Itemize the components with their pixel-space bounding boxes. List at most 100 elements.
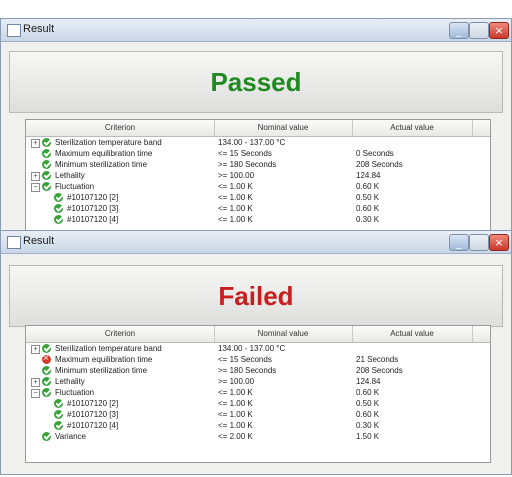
cell-nominal: <= 1.00 K: [218, 215, 253, 224]
cell-criterion: Lethality: [55, 171, 85, 180]
table-row[interactable]: − Fluctuation <= 1.00 K 0.60 K: [26, 387, 490, 398]
cell-criterion: Variance: [55, 432, 86, 441]
check-icon: [42, 377, 51, 386]
table-row[interactable]: #10107120 [3] <= 1.00 K 0.60 K: [26, 203, 490, 214]
cell-nominal: <= 1.00 K: [218, 193, 253, 202]
status-text: Passed: [210, 67, 302, 97]
table-row[interactable]: #10107120 [2] <= 1.00 K 0.50 K: [26, 398, 490, 409]
cell-actual: 208 Seconds: [356, 160, 403, 169]
cell-nominal: >= 180 Seconds: [218, 366, 277, 375]
expand-icon[interactable]: +: [31, 345, 40, 354]
cell-nominal: <= 2.00 K: [218, 432, 253, 441]
cell-actual: 0.30 K: [356, 215, 380, 224]
cell-actual: 21 Seconds: [356, 355, 399, 364]
table-row[interactable]: #10107120 [2] <= 1.00 K 0.50 K: [26, 192, 490, 203]
cell-actual: 0.60 K: [356, 182, 380, 191]
cell-nominal: <= 1.00 K: [218, 410, 253, 419]
table-row[interactable]: #10107120 [4] <= 1.00 K 0.30 K: [26, 214, 490, 225]
window-title: Result: [23, 23, 55, 35]
table-row[interactable]: + Lethality >= 100.00 124.84: [26, 376, 490, 387]
cell-nominal: 134.00 - 137.00 °C: [218, 138, 286, 147]
close-button[interactable]: ×: [489, 234, 509, 251]
cell-criterion: #10107120 [3]: [67, 410, 119, 419]
table-row[interactable]: #10107120 [4] <= 1.00 K 0.30 K: [26, 420, 490, 431]
col-header-nominal[interactable]: Nominal value: [214, 326, 353, 342]
col-header-actual[interactable]: Actual value: [352, 120, 473, 136]
cell-criterion: #10107120 [2]: [67, 399, 119, 408]
cell-criterion: Fluctuation: [55, 182, 95, 191]
result-window-failed: Result _ × Failed Criterion Nominal valu…: [0, 230, 512, 475]
minimize-button[interactable]: _: [449, 22, 469, 39]
close-button[interactable]: ×: [489, 22, 509, 39]
error-icon: [42, 353, 51, 364]
cell-criterion: Fluctuation: [55, 388, 95, 397]
cell-nominal: <= 1.00 K: [218, 182, 253, 191]
cell-actual: 1.50 K: [356, 432, 380, 441]
close-icon: ×: [494, 236, 504, 249]
table-row[interactable]: + Sterilization temperature band 134.00 - …: [26, 343, 490, 354]
cell-actual: 124.84: [356, 171, 381, 180]
check-icon: [42, 149, 51, 158]
table-row[interactable]: Maximum equilibration time <= 15 Seconds 0…: [26, 148, 490, 159]
cell-actual: 0.60 K: [356, 410, 380, 419]
cell-criterion: Minimum sterilization time: [55, 160, 148, 169]
cell-criterion: Sterilization temperature band: [55, 138, 162, 147]
collapse-icon[interactable]: −: [31, 183, 40, 192]
status-text: Failed: [218, 281, 294, 311]
cell-nominal: <= 15 Seconds: [218, 355, 272, 364]
table-row[interactable]: #10107120 [3] <= 1.00 K 0.60 K: [26, 409, 490, 420]
expand-icon[interactable]: +: [31, 378, 40, 387]
expand-icon[interactable]: +: [31, 139, 40, 148]
cell-actual: 208 Seconds: [356, 366, 403, 375]
cell-criterion: Maximum equilibration time: [55, 149, 153, 158]
cell-actual: 0.30 K: [356, 421, 380, 430]
table-row[interactable]: − Fluctuation <= 1.00 K 0.60 K: [26, 181, 490, 192]
cell-nominal: >= 180 Seconds: [218, 160, 277, 169]
col-header-criterion[interactable]: Criterion: [26, 120, 215, 136]
check-icon: [54, 215, 63, 224]
table-header: Criterion Nominal value Actual value: [26, 326, 490, 343]
col-header-criterion[interactable]: Criterion: [26, 326, 215, 342]
cell-criterion: Minimum sterilization time: [55, 366, 148, 375]
cell-nominal: <= 1.00 K: [218, 204, 253, 213]
expand-icon[interactable]: +: [31, 172, 40, 181]
cell-nominal: >= 100.00: [218, 377, 255, 386]
status-banner: Passed: [9, 51, 503, 113]
cell-nominal: <= 1.00 K: [218, 399, 253, 408]
cell-actual: 0.50 K: [356, 193, 380, 202]
minimize-icon: _: [456, 24, 462, 37]
table-row[interactable]: Maximum equilibration time <= 15 Seconds 2…: [26, 353, 490, 365]
check-icon: [54, 410, 63, 419]
minimize-button[interactable]: _: [449, 234, 469, 251]
cell-criterion: Lethality: [55, 377, 85, 386]
table-row[interactable]: Minimum sterilization time >= 180 Seconds…: [26, 365, 490, 376]
table-row[interactable]: Minimum sterilization time >= 180 Seconds…: [26, 159, 490, 170]
check-icon: [54, 193, 63, 202]
cell-nominal: <= 1.00 K: [218, 388, 253, 397]
maximize-button[interactable]: [469, 22, 489, 39]
col-header-nominal[interactable]: Nominal value: [214, 120, 353, 136]
table-row[interactable]: + Lethality >= 100.00 124.84: [26, 170, 490, 181]
cell-criterion: #10107120 [2]: [67, 193, 119, 202]
title-bar[interactable]: Result _ ×: [1, 19, 511, 42]
cell-actual: 0.60 K: [356, 388, 380, 397]
cell-nominal: 134.00 - 137.00 °C: [218, 344, 286, 353]
table-row[interactable]: Variance <= 2.00 K 1.50 K: [26, 431, 490, 442]
check-icon: [42, 388, 51, 397]
collapse-icon[interactable]: −: [31, 389, 40, 398]
cell-criterion: #10107120 [4]: [67, 215, 119, 224]
maximize-button[interactable]: [469, 234, 489, 251]
cell-actual: 0.60 K: [356, 204, 380, 213]
col-header-actual[interactable]: Actual value: [352, 326, 473, 342]
check-icon: [42, 366, 51, 375]
table-row[interactable]: + Sterilization temperature band 134.00 - …: [26, 137, 490, 148]
cell-nominal: <= 1.00 K: [218, 421, 253, 430]
check-icon: [42, 432, 51, 441]
criteria-table[interactable]: Criterion Nominal value Actual value + St…: [25, 325, 491, 463]
cell-criterion: Maximum equilibration time: [55, 355, 153, 364]
cell-actual: 124.84: [356, 377, 381, 386]
close-icon: ×: [494, 24, 504, 37]
criteria-table[interactable]: Criterion Nominal value Actual value + St…: [25, 119, 491, 239]
cell-criterion: #10107120 [3]: [67, 204, 119, 213]
title-bar[interactable]: Result _ ×: [1, 231, 511, 254]
